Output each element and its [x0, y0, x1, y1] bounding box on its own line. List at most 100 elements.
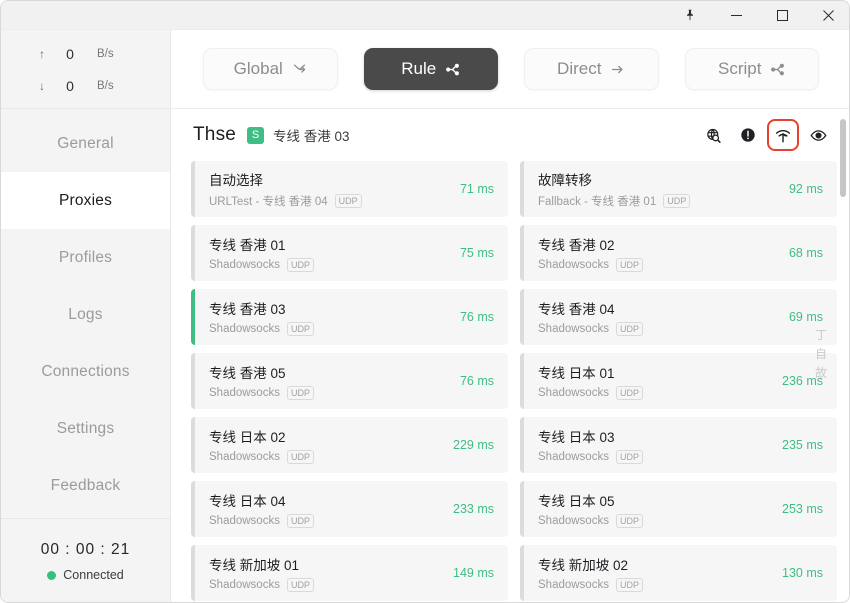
download-speed-value: 0 [66, 78, 74, 94]
sidebar-item-label: Profiles [58, 248, 113, 266]
proxy-type: URLTest - 专线 香港 04 [209, 196, 328, 208]
group-header: Thse S 专线 香港 03 [171, 109, 849, 161]
proxy-card-grid: 自动选择 URLTest - 专线 香港 04 UDP 71 ms 故障转移 Fallba… [171, 161, 849, 601]
proxy-meta: Shadowsocks UDP [209, 514, 314, 528]
sidebar-item-label: General [57, 134, 114, 152]
sidebar-item-general[interactable]: General [1, 115, 170, 172]
proxy-name: 专线 新加坡 01 [209, 558, 300, 573]
udp-badge: UDP [663, 194, 691, 208]
proxy-type: Shadowsocks [209, 387, 280, 399]
alert-circle-icon[interactable] [737, 124, 759, 146]
scrollbar-thumb[interactable] [840, 119, 846, 197]
sidebar: ↑ 0 B/s ↓ 0 B/s General Proxies Profiles Lo… [1, 30, 171, 602]
proxy-card[interactable]: 专线 日本 03 Shadowsocks UDP 235 ms [520, 417, 837, 473]
sidebar-item-profiles[interactable]: Profiles [1, 229, 170, 286]
proxy-name: 专线 日本 04 [209, 494, 286, 509]
download-speed-row: ↓ 0 B/s [1, 70, 170, 102]
ghost-vertical-text: 丁自故 [814, 328, 827, 380]
minimize-button[interactable] [713, 1, 759, 30]
proxy-latency: 92 ms [788, 182, 823, 196]
proxy-name: 专线 日本 01 [538, 366, 615, 381]
proxy-meta: Shadowsocks UDP [538, 514, 643, 528]
proxy-type: Shadowsocks [209, 259, 280, 271]
arrow-right-icon [610, 62, 625, 77]
udp-badge: UDP [615, 450, 643, 464]
proxy-card[interactable]: 专线 新加坡 01 Shadowsocks UDP 149 ms [191, 545, 508, 601]
proxy-card-texts: 专线 新加坡 02 Shadowsocks UDP [538, 554, 643, 592]
maximize-button[interactable] [759, 1, 805, 30]
proxy-card[interactable]: 专线 香港 03 Shadowsocks UDP 76 ms [191, 289, 508, 345]
proxy-card[interactable]: 专线 日本 04 Shadowsocks UDP 233 ms [191, 481, 508, 537]
pin-button[interactable] [667, 1, 713, 30]
proxy-name: 专线 新加坡 02 [538, 558, 629, 573]
udp-badge: UDP [615, 322, 643, 336]
proxy-latency: 229 ms [453, 438, 494, 452]
sidebar-item-feedback[interactable]: Feedback [1, 457, 170, 514]
proxy-type: Shadowsocks [209, 451, 280, 463]
sidebar-item-connections[interactable]: Connections [1, 343, 170, 400]
download-arrow-icon: ↓ [39, 79, 45, 93]
proxy-name: 专线 香港 02 [538, 238, 615, 253]
merge-arrow-icon [292, 62, 307, 77]
sidebar-item-label: Feedback [50, 476, 121, 494]
proxy-card[interactable]: 专线 香港 04 Shadowsocks UDP 69 ms [520, 289, 837, 345]
mode-button-direct[interactable]: Direct [524, 48, 659, 90]
speed-panel: ↑ 0 B/s ↓ 0 B/s [1, 30, 170, 109]
sidebar-item-label: Settings [56, 419, 115, 437]
sidebar-nav: General Proxies Profiles Logs Connections Set… [1, 109, 170, 514]
proxy-card[interactable]: 专线 日本 05 Shadowsocks UDP 253 ms [520, 481, 837, 537]
proxy-type: Shadowsocks [538, 323, 609, 335]
mode-button-rule[interactable]: Rule [363, 48, 498, 90]
proxy-card-texts: 专线 香港 05 Shadowsocks UDP [209, 362, 314, 400]
proxy-type: Shadowsocks [538, 579, 609, 591]
upload-speed-value: 0 [66, 46, 74, 62]
group-badge: S [247, 126, 265, 144]
proxy-type: Shadowsocks [538, 515, 609, 527]
proxy-type: Fallback - 专线 香港 01 [538, 196, 657, 208]
sidebar-item-settings[interactable]: Settings [1, 400, 170, 457]
proxy-card[interactable]: 专线 新加坡 02 Shadowsocks UDP 130 ms [520, 545, 837, 601]
proxy-latency: 253 ms [782, 502, 823, 516]
close-button[interactable] [805, 1, 849, 30]
proxy-card-texts: 专线 香港 02 Shadowsocks UDP [538, 234, 643, 272]
eye-icon[interactable] [807, 124, 829, 146]
sidebar-item-proxies[interactable]: Proxies [1, 172, 170, 229]
proxy-latency: 75 ms [459, 246, 494, 260]
proxy-type: Shadowsocks [209, 579, 280, 591]
proxy-type: Shadowsocks [209, 515, 280, 527]
group-subtitle: 专线 香港 03 [273, 129, 350, 144]
proxy-latency: 76 ms [459, 310, 494, 324]
proxy-meta: Shadowsocks UDP [538, 322, 643, 336]
mode-button-global[interactable]: Global [203, 48, 338, 90]
proxy-card[interactable]: 故障转移 Fallback - 专线 香港 01 UDP 92 ms [520, 161, 837, 217]
proxy-card[interactable]: 专线 日本 01 Shadowsocks UDP 236 ms [520, 353, 837, 409]
globe-search-icon[interactable] [702, 124, 724, 146]
proxy-meta: Shadowsocks UDP [538, 386, 643, 400]
proxy-card[interactable]: 专线 香港 01 Shadowsocks UDP 75 ms [191, 225, 508, 281]
mode-button-script[interactable]: Script [684, 48, 819, 90]
proxy-meta: Shadowsocks UDP [209, 386, 314, 400]
udp-badge: UDP [615, 258, 643, 272]
sidebar-item-label: Logs [68, 305, 103, 323]
udp-badge: UDP [286, 258, 314, 272]
proxy-name: 专线 日本 03 [538, 430, 615, 445]
proxy-meta: URLTest - 专线 香港 04 UDP [209, 193, 362, 209]
proxy-latency: 76 ms [459, 374, 494, 388]
proxy-name: 专线 香港 01 [209, 238, 286, 253]
proxy-card[interactable]: 自动选择 URLTest - 专线 香港 04 UDP 71 ms [191, 161, 508, 217]
speed-test-icon[interactable] [767, 119, 799, 151]
upload-speed-row: ↑ 0 B/s [1, 38, 170, 70]
proxy-card[interactable]: 专线 日本 02 Shadowsocks UDP 229 ms [191, 417, 508, 473]
proxy-name: 专线 日本 05 [538, 494, 615, 509]
proxy-card[interactable]: 专线 香港 02 Shadowsocks UDP 68 ms [520, 225, 837, 281]
proxy-card-texts: 专线 日本 05 Shadowsocks UDP [538, 490, 643, 528]
sidebar-item-logs[interactable]: Logs [1, 286, 170, 343]
proxy-content: Thse S 专线 香港 03 自动选择 URLTest - 专线 香港 04 UD… [171, 109, 849, 602]
proxy-type: Shadowsocks [538, 451, 609, 463]
mode-button-label: Direct [557, 59, 602, 78]
proxy-card-texts: 专线 香港 01 Shadowsocks UDP [209, 234, 314, 272]
app-window: ↑ 0 B/s ↓ 0 B/s General Proxies Profiles Lo… [0, 0, 850, 603]
proxy-card[interactable]: 专线 香港 05 Shadowsocks UDP 76 ms [191, 353, 508, 409]
udp-badge: UDP [615, 386, 643, 400]
proxy-card-texts: 专线 日本 04 Shadowsocks UDP [209, 490, 314, 528]
